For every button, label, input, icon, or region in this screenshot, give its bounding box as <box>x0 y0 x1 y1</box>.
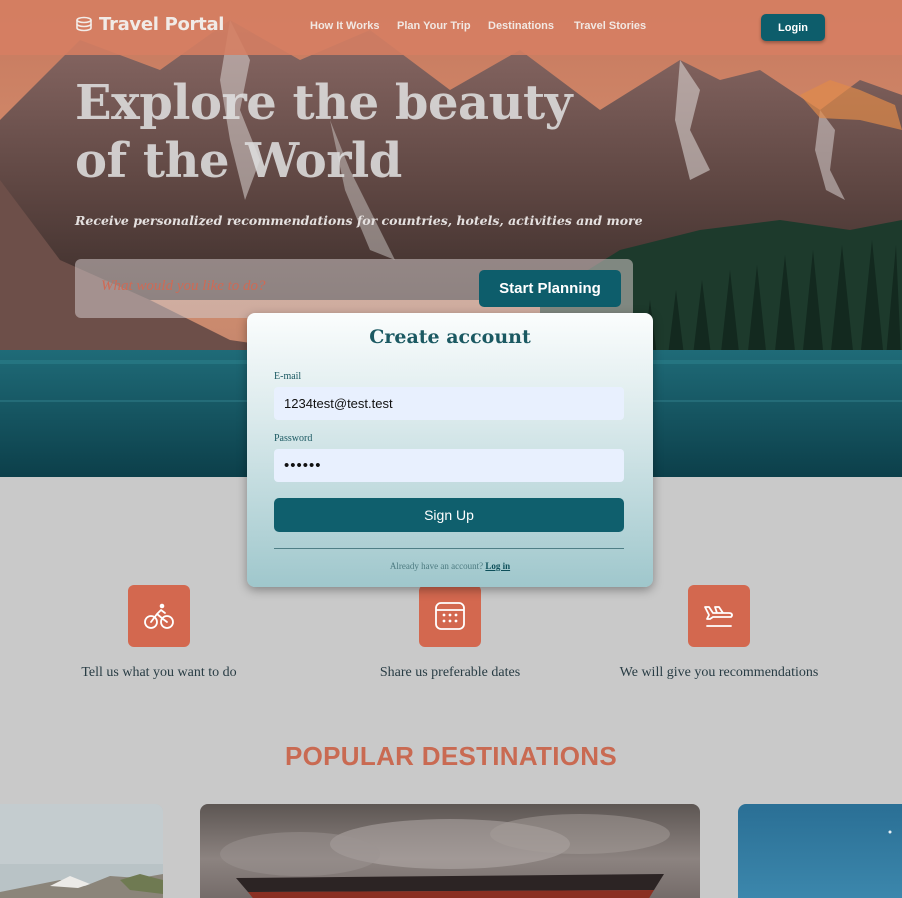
calendar-icon <box>435 602 465 630</box>
section-title-popular-destinations: POPULAR DESTINATIONS <box>285 741 617 771</box>
nav-link-travel-stories[interactable]: Travel Stories <box>574 20 646 32</box>
mountain-landscape-image <box>0 804 163 898</box>
step-3: We will give you recommendations <box>619 585 819 681</box>
step-label: We will give you recommendations <box>619 665 819 680</box>
modal-footer: Already have an account? Log in <box>247 561 653 571</box>
hero-title: Explore the beauty of the World <box>75 75 573 189</box>
email-label: E-mail <box>274 371 302 382</box>
blue-sky-image <box>738 804 902 898</box>
destination-card[interactable] <box>738 804 902 898</box>
log-in-link[interactable]: Log in <box>485 561 510 571</box>
email-field[interactable] <box>274 387 624 420</box>
modal-divider <box>274 548 624 549</box>
destination-card[interactable] <box>0 804 163 898</box>
start-planning-button[interactable]: Start Planning <box>479 270 621 307</box>
destination-card[interactable] <box>200 804 700 898</box>
bicycle-icon <box>144 603 174 629</box>
login-button[interactable]: Login <box>761 14 825 41</box>
search-input[interactable] <box>101 278 461 295</box>
step-icon-box <box>128 585 190 647</box>
step-icon-box <box>419 585 481 647</box>
plane-icon <box>704 606 733 627</box>
modal-title: Create account <box>369 326 531 348</box>
boat-on-lake-image <box>200 804 700 898</box>
footer-text: Already have an account? <box>389 561 484 571</box>
password-label: Password <box>274 433 313 444</box>
nav-link-how-it-works[interactable]: How It Works <box>310 20 379 32</box>
navbar: Travel Portal How It Works Plan Your Tri… <box>0 0 902 55</box>
logo-text: Travel Portal <box>99 14 225 35</box>
step-2: Share us preferable dates <box>350 585 550 681</box>
step-icon-box <box>688 585 750 647</box>
step-label: Share us preferable dates <box>379 665 521 680</box>
hero-subtitle: Receive personalized recommendations for… <box>75 213 643 228</box>
step-1: Tell us what you want to do <box>59 585 259 681</box>
sign-up-button[interactable]: Sign Up <box>274 498 624 532</box>
password-field[interactable] <box>274 449 624 482</box>
create-account-modal: Create account E-mail Password Sign Up A… <box>247 313 653 587</box>
step-label: Tell us what you want to do <box>81 665 237 680</box>
nav-link-destinations[interactable]: Destinations <box>488 20 554 32</box>
search-box: Start Planning <box>75 259 633 318</box>
logo[interactable]: Travel Portal <box>75 14 224 35</box>
coins-stack-icon <box>76 16 92 31</box>
nav-link-plan-your-trip[interactable]: Plan Your Trip <box>397 20 471 32</box>
